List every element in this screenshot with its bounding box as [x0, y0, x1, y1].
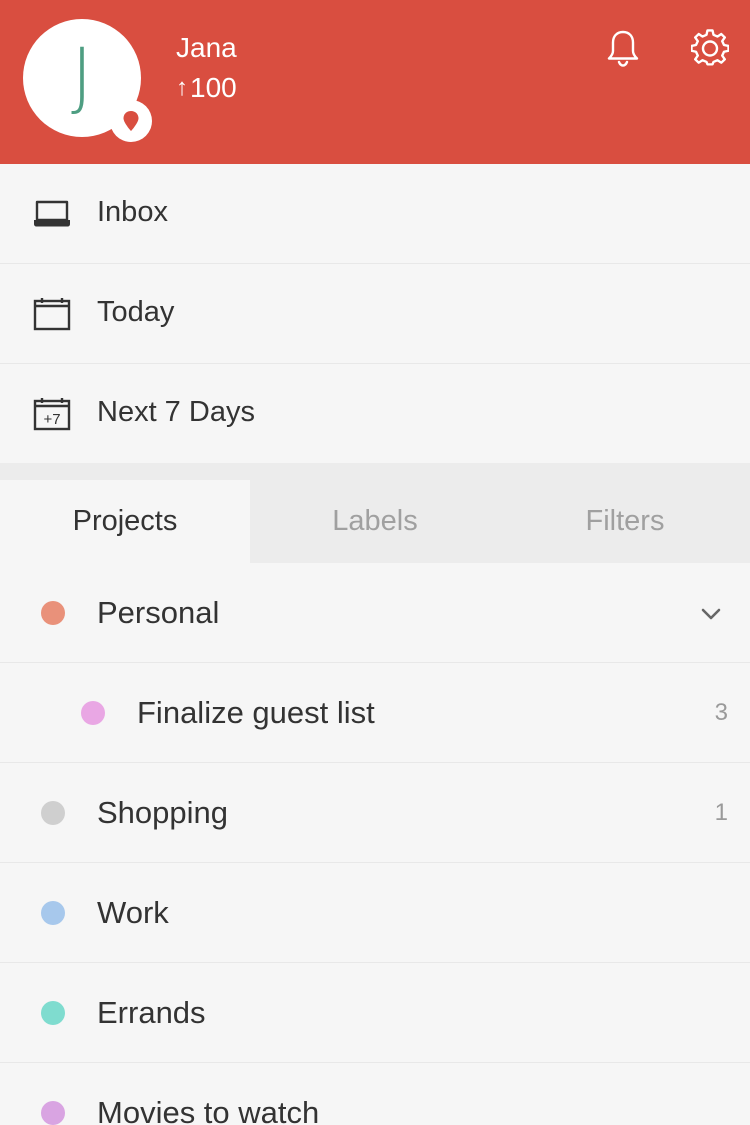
- nav-item-label: Next 7 Days: [97, 396, 255, 428]
- app-screen: J Jana ↑ 100 Inbox Today +7 Next 7 Days …: [0, 0, 750, 1125]
- project-color-dot: [81, 701, 105, 725]
- nav-item-today[interactable]: Today: [0, 264, 750, 364]
- karma-score: ↑ 100: [176, 72, 237, 104]
- task-count: 1: [714, 799, 728, 826]
- notifications-button[interactable]: [603, 28, 643, 68]
- project-item-errands[interactable]: Errands: [0, 963, 750, 1063]
- project-item-personal[interactable]: Personal: [0, 563, 750, 663]
- nav-item-label: Inbox: [97, 196, 168, 228]
- project-item-movies-to-watch[interactable]: Movies to watch: [0, 1063, 750, 1125]
- project-item-shopping[interactable]: Shopping 1: [0, 763, 750, 863]
- project-label: Movies to watch: [97, 1095, 320, 1125]
- project-label: Finalize guest list: [137, 695, 375, 730]
- project-color-dot: [41, 1001, 65, 1025]
- bell-icon: [607, 30, 639, 67]
- project-item-work[interactable]: Work: [0, 863, 750, 963]
- karma-value: 100: [190, 72, 237, 103]
- chevron-down-icon[interactable]: [700, 603, 722, 625]
- project-color-dot: [41, 801, 65, 825]
- user-name: Jana: [176, 32, 237, 63]
- project-label: Personal: [97, 595, 220, 630]
- tab-filters[interactable]: Filters: [500, 480, 750, 563]
- calendar-icon: [33, 297, 71, 331]
- task-count: 3: [714, 699, 728, 726]
- nav-item-inbox[interactable]: Inbox: [0, 164, 750, 264]
- tab-projects[interactable]: Projects: [0, 480, 250, 563]
- calendar-plus7-icon: +7: [33, 397, 71, 431]
- calendar-icon-text: +7: [43, 411, 60, 428]
- nav-item-label: Today: [97, 296, 175, 328]
- tab-bar: Projects Labels Filters: [0, 463, 750, 563]
- inbox-icon: [33, 197, 71, 231]
- project-item-finalize-guest-list[interactable]: Finalize guest list 3: [0, 663, 750, 763]
- profile-header: J Jana ↑ 100: [0, 0, 750, 164]
- location-badge: [110, 100, 152, 142]
- project-label: Errands: [97, 995, 206, 1030]
- project-color-dot: [41, 1101, 65, 1125]
- gear-icon: [691, 29, 729, 66]
- location-pin-icon: [123, 111, 139, 131]
- nav-item-next-7-days[interactable]: +7 Next 7 Days: [0, 364, 750, 464]
- karma-up-arrow-icon: ↑: [176, 74, 188, 101]
- settings-button[interactable]: [690, 28, 730, 68]
- project-label: Shopping: [97, 795, 229, 830]
- project-color-dot: [41, 901, 65, 925]
- tab-labels[interactable]: Labels: [250, 480, 500, 563]
- project-label: Work: [97, 895, 169, 930]
- avatar-letter: J: [71, 33, 93, 119]
- project-color-dot: [41, 601, 65, 625]
